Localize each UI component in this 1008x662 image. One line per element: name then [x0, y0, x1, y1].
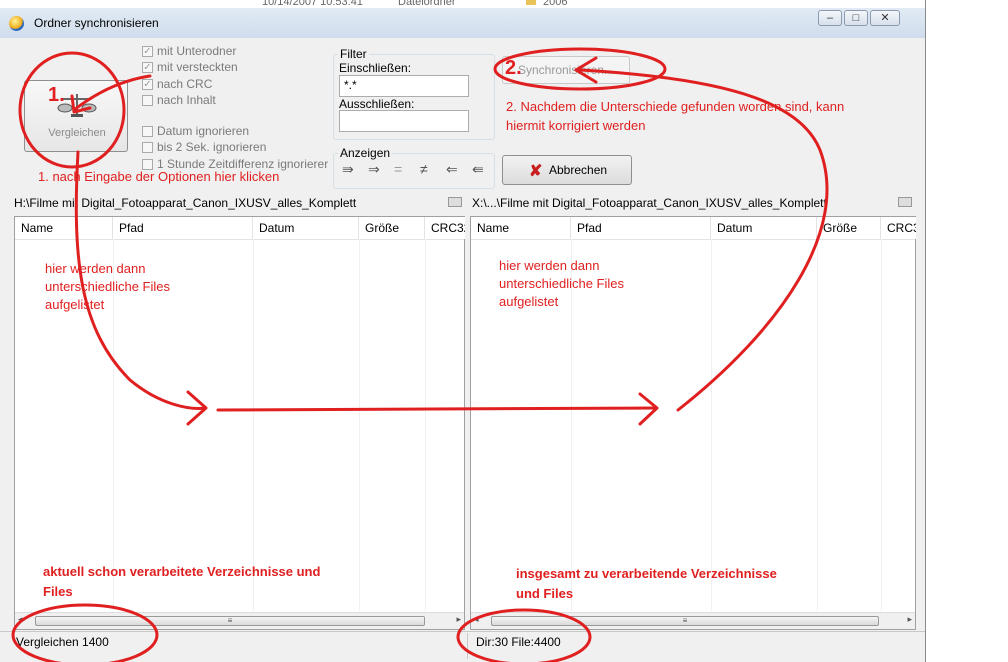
annotation-circle-compare	[18, 51, 126, 169]
annotation-line-middle	[216, 406, 657, 412]
annotation-circle-left-status	[11, 603, 159, 662]
annotation-circle-right-status	[456, 608, 592, 662]
annotation-overlay	[11, 47, 829, 662]
annotation-curve-right	[578, 68, 829, 412]
annotation-arrow-to-compare	[72, 74, 152, 112]
annotation-curve-left	[74, 150, 207, 410]
